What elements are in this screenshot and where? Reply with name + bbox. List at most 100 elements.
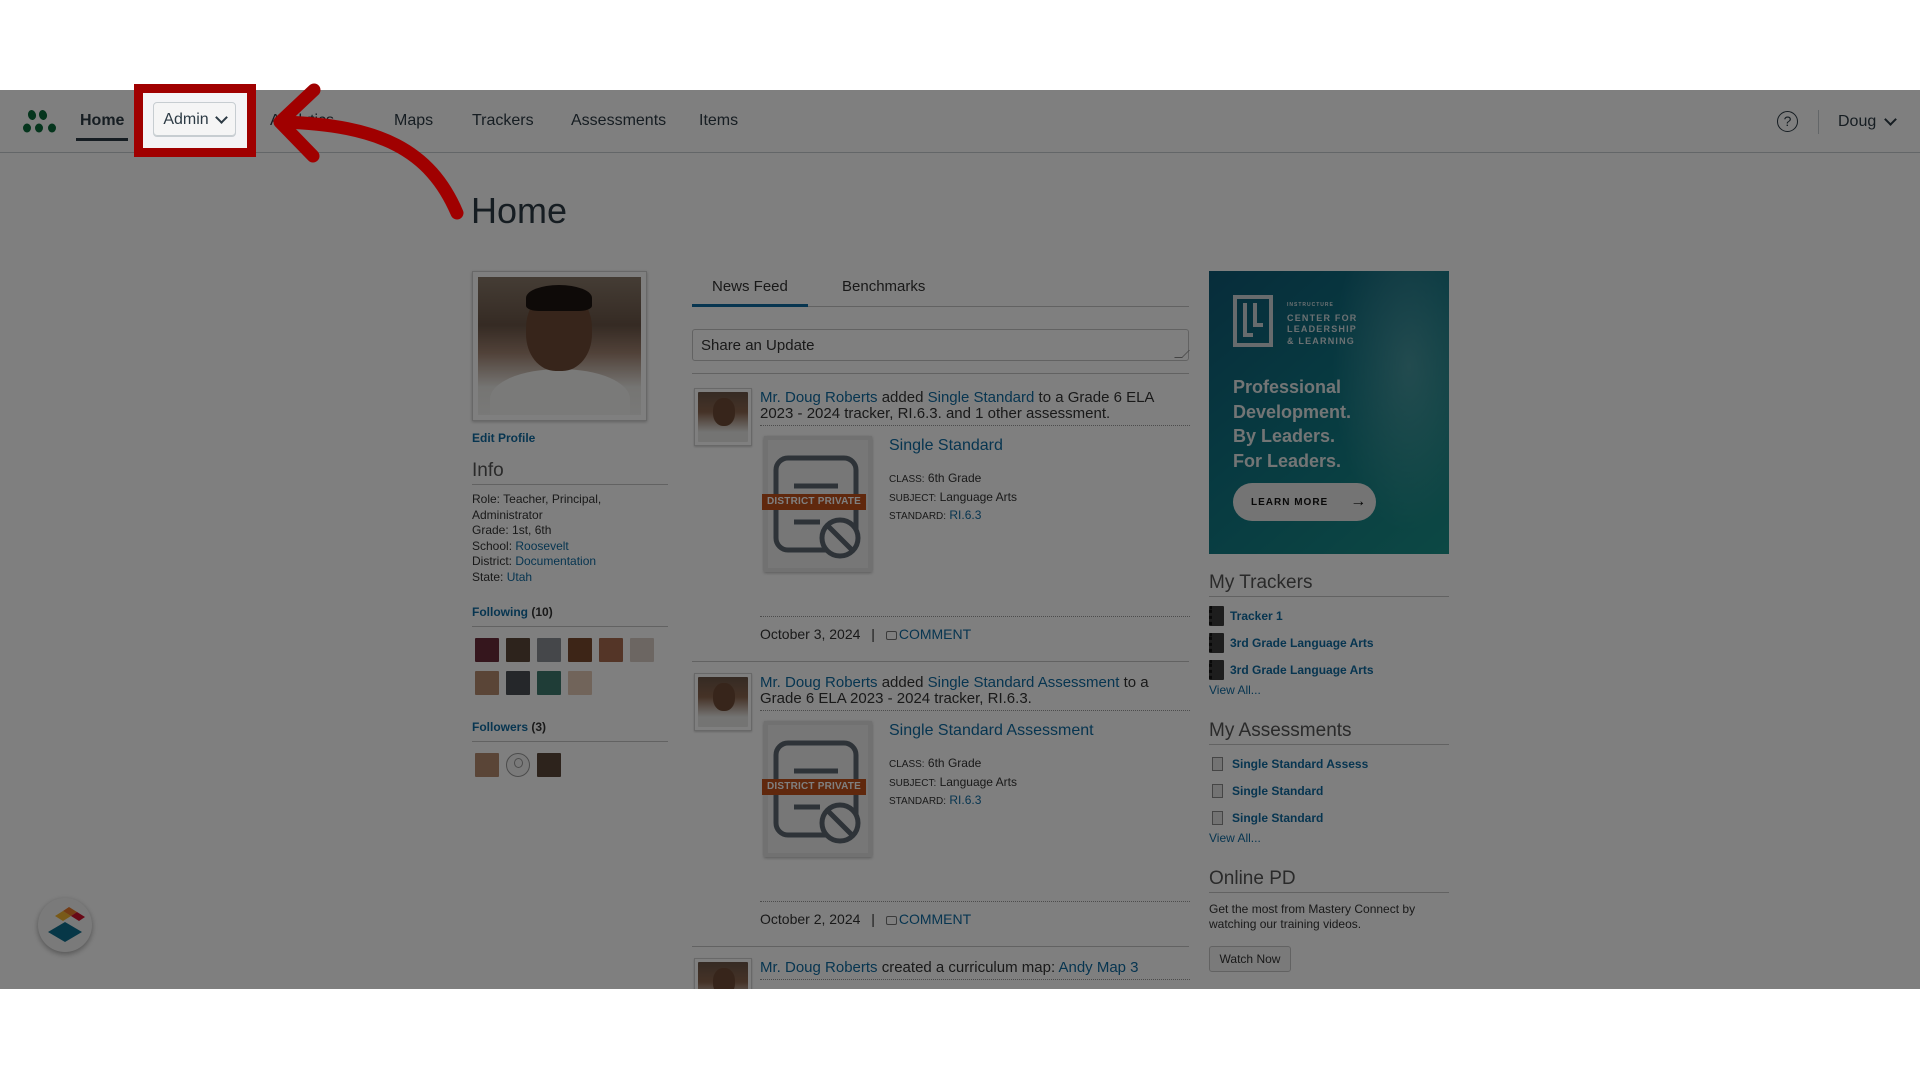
ad-headline: Professional Development. By Leaders. Fo… [1233,375,1351,473]
feed-author-avatar[interactable] [694,388,752,446]
trackers-view-all-link[interactable]: View All... [1209,683,1261,697]
comment-link[interactable]: COMMENT [899,911,971,927]
follower-avatar[interactable] [537,753,561,777]
feed-divider [692,661,1189,662]
feed-object-link[interactable]: Single Standard [928,389,1035,406]
feed-item-text: Mr. Doug Roberts added Single Standard t… [760,390,1190,426]
nav-divider [1818,110,1819,134]
admin-menu-label: Admin [163,110,209,128]
following-avatar[interactable] [475,638,499,662]
separator: | [871,911,875,927]
followers-avatars [475,753,654,777]
assessment-item[interactable]: Single Standard [1209,777,1449,804]
tracker-item[interactable]: Tracker 1 [1209,602,1449,629]
following-avatar[interactable] [599,638,623,662]
grade-label: Grade: [472,523,509,537]
comment-link[interactable]: COMMENT [899,626,971,642]
assessments-list: Single Standard Assess Single Standard S… [1209,750,1449,845]
feed-date: October 3, 2024 [760,626,861,642]
card-meta: CLASS: 6th Grade SUBJECT: Language Arts … [889,470,1017,526]
share-update-input[interactable]: Share an Update [692,329,1190,361]
tracker-item[interactable]: 3rd Grade Language Arts [1209,656,1449,683]
top-navigation: Home Analytics Maps Trackers Assessments… [0,90,1920,153]
guide-launcher-button[interactable] [38,898,92,952]
tracker-link[interactable]: 3rd Grade Language Arts [1230,663,1374,677]
ad-headline-line: By Leaders. [1233,426,1336,446]
app-page: Home Analytics Maps Trackers Assessments… [0,90,1920,989]
follower-avatar[interactable] [475,753,499,777]
edit-profile-link[interactable]: Edit Profile [472,431,535,445]
following-avatar[interactable] [475,671,499,695]
page-title: Home [471,190,568,231]
card-title-link[interactable]: Single Standard [889,437,1003,455]
feed-actor-link[interactable]: Mr. Doug Roberts [760,674,878,691]
feed-object-link[interactable]: Andy Map 3 [1058,959,1138,976]
feed-author-avatar[interactable] [694,958,752,989]
class-value: 6th Grade [927,756,982,770]
profile-info: Role: Teacher, Principal, Administrator … [472,492,672,585]
tracker-item[interactable]: 3rd Grade Language Arts [1209,629,1449,656]
following-avatar[interactable] [537,638,561,662]
nav-items[interactable]: Items [699,90,738,153]
feed-tabs: News Feed Benchmarks [692,271,1189,307]
assessment-item[interactable]: Single Standard Assess [1209,750,1449,777]
separator: | [871,626,875,642]
district-link[interactable]: Documentation [515,554,596,568]
assessment-link[interactable]: Single Standard [1232,784,1323,798]
subject-value: Language Arts [939,489,1017,504]
help-icon[interactable]: ? [1777,111,1798,132]
assessment-link[interactable]: Single Standard [1232,811,1323,825]
nav-analytics[interactable]: Analytics [270,90,334,153]
assessment-item[interactable]: Single Standard [1209,804,1449,831]
my-assessments-heading: My Assessments [1209,720,1449,745]
nav-assessments[interactable]: Assessments [571,90,666,153]
learn-more-button[interactable]: LEARN MORE → [1233,483,1376,521]
ad-org-small: INSTRUCTURE [1287,302,1334,308]
chevron-down-icon [1884,112,1898,126]
subject-label: SUBJECT: [889,492,937,504]
following-avatar[interactable] [506,671,530,695]
assessment-thumbnail[interactable]: DISTRICT PRIVATE [762,721,872,857]
state-link[interactable]: Utah [507,570,532,584]
feed-item-text: Mr. Doug Roberts created a curriculum ma… [760,960,1190,980]
following-avatar[interactable] [506,638,530,662]
standard-link[interactable]: RI.6.3 [949,793,981,807]
followers-link[interactable]: Followers [472,720,528,734]
watch-now-button[interactable]: Watch Now [1209,946,1291,972]
admin-menu-button[interactable]: Admin [153,102,236,137]
role-label: Role: [472,492,501,506]
school-link[interactable]: Roosevelt [515,539,568,553]
assessment-link[interactable]: Single Standard Assess [1232,757,1368,771]
following-avatar[interactable] [630,638,654,662]
following-link[interactable]: Following [472,605,528,619]
tracker-link[interactable]: Tracker 1 [1230,609,1283,623]
standard-link[interactable]: RI.6.3 [949,508,981,522]
tab-news-feed[interactable]: News Feed [692,271,808,307]
user-menu[interactable]: Doug [1838,90,1898,153]
nav-maps[interactable]: Maps [394,90,433,153]
following-avatar[interactable] [537,671,561,695]
mastery-logo-icon[interactable] [22,108,60,136]
learn-more-label: LEARN MORE [1251,496,1329,508]
default-user-icon[interactable] [506,753,530,777]
tab-benchmarks[interactable]: Benchmarks [822,271,945,307]
feed-object-link[interactable]: Single Standard Assessment [928,674,1120,691]
assessments-view-all-link[interactable]: View All... [1209,831,1261,845]
feed-author-avatar[interactable] [694,673,752,731]
assessment-thumbnail[interactable]: DISTRICT PRIVATE [762,436,872,572]
promo-banner[interactable]: INSTRUCTURE CENTER FOR LEADERSHIP & LEAR… [1209,271,1449,554]
profile-photo [472,271,647,421]
card-title-link[interactable]: Single Standard Assessment [889,722,1094,740]
feed-verb: added [881,389,924,406]
tracker-link[interactable]: 3rd Grade Language Arts [1230,636,1374,650]
resize-grip-icon[interactable] [1174,350,1190,358]
standard-label: STANDARD: [889,796,947,807]
arrow-right-icon: → [1350,493,1368,510]
following-avatar[interactable] [568,671,592,695]
feed-actor-link[interactable]: Mr. Doug Roberts [760,389,878,406]
nav-home[interactable]: Home [75,90,129,153]
nav-trackers[interactable]: Trackers [472,90,534,153]
following-avatar[interactable] [568,638,592,662]
document-icon [1212,756,1223,771]
feed-actor-link[interactable]: Mr. Doug Roberts [760,959,878,976]
